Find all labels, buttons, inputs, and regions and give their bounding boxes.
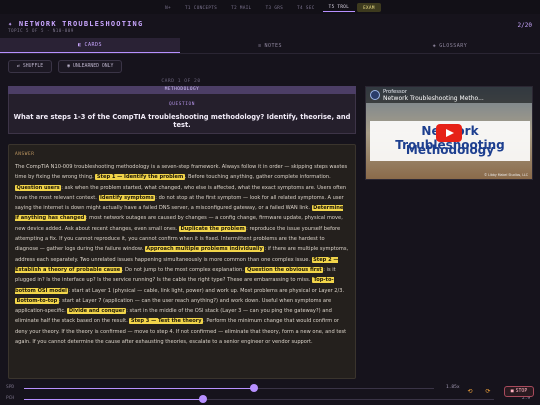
answer-segment: . Do not jump to the most complex explan… <box>121 266 246 273</box>
video-title[interactable]: Network Troubleshooting Metho... <box>383 95 484 102</box>
stop-icon: ■ <box>510 389 514 394</box>
speed-fill <box>24 388 254 389</box>
speed-slider-handle[interactable] <box>250 384 258 392</box>
audio-controls: SPD 1.85x PCH 2.9 ⟲ ⟳ ■ STOP <box>0 384 540 405</box>
tab-notes[interactable]: ≡ NOTES <box>180 38 360 53</box>
key-term-highlight: Duplicate the problem <box>178 225 247 232</box>
pitch-label: PCH <box>6 396 15 401</box>
key-term-highlight: Approach multiple problems individually <box>144 246 265 253</box>
mode-tab-t3[interactable]: T3 GRS <box>260 3 290 12</box>
speed-label: SPD <box>6 385 15 390</box>
view-tabs: ◧ CARDS ≡ NOTES ◈ GLOSSARY <box>0 38 540 54</box>
page-header: ✦ NETWORK TROUBLESHOOTING TOPIC 5 OF 5 ·… <box>0 14 540 38</box>
mode-tab-exam[interactable]: EXAM <box>357 2 381 12</box>
mode-tab-overview[interactable]: N+ <box>159 3 177 12</box>
mode-tab-t2[interactable]: T2 MAIL <box>225 3 257 12</box>
answer-segment: : start at Layer 1 (physical — cable, li… <box>68 287 345 294</box>
video-big-title-line2: Methodology <box>405 143 495 157</box>
unlearned-only-toggle[interactable]: ◉ UNLEARNED ONLY <box>58 60 123 73</box>
answer-segment: . Before touching anything, gather compl… <box>184 174 331 181</box>
key-term-highlight: Step 3 — Test the theory <box>129 318 204 325</box>
pitch-slider-handle[interactable] <box>199 395 207 403</box>
video-embed[interactable]: Professor Network Troubleshooting Metho.… <box>365 86 533 180</box>
key-term-highlight: Divide and conquer <box>67 308 127 315</box>
speed-value: 1.85x <box>446 385 460 390</box>
glossary-icon: ◈ <box>432 42 437 49</box>
category-banner: METHODOLOGY <box>8 86 356 94</box>
tab-cards[interactable]: ◧ CARDS <box>0 38 180 53</box>
key-term-highlight: Bottom-to-top <box>15 297 59 304</box>
filter-icon: ◉ <box>67 64 70 69</box>
mode-tab-t5[interactable]: T5 TROL <box>322 2 356 12</box>
channel-avatar[interactable] <box>370 90 380 100</box>
key-term-highlight: Question users <box>15 184 62 191</box>
video-credit: © Libby Mabel Studios, LLC <box>483 173 528 177</box>
video-topbar: Professor Network Troubleshooting Metho.… <box>366 87 532 103</box>
cards-icon: ◧ <box>77 42 82 48</box>
repeat-icon[interactable]: ⟳ <box>482 386 494 396</box>
card-counter: 2/20 <box>517 22 532 29</box>
question-label: QUESTION <box>169 102 195 107</box>
stop-button[interactable]: ■ STOP <box>504 386 534 397</box>
key-term-highlight: Step 1 — Identify the problem <box>95 174 185 181</box>
key-term-highlight: Identify symptoms <box>98 194 156 201</box>
notes-icon: ≡ <box>257 42 262 49</box>
answer-text: The CompTIA N10-009 troubleshooting meth… <box>15 162 349 347</box>
sparkle-icon: ✦ <box>8 20 14 28</box>
mode-tab-t1[interactable]: T1 CONCEPTS <box>179 3 223 12</box>
key-term-highlight: Question the obvious first <box>245 266 324 273</box>
card-controls: ⇄ SHUFFLE ◉ UNLEARNED ONLY <box>8 60 123 73</box>
question-card[interactable]: QUESTION What are steps 1-3 of the CompT… <box>8 94 356 134</box>
page-title: ✦ NETWORK TROUBLESHOOTING <box>8 20 144 28</box>
shuffle-icon: ⇄ <box>17 64 20 69</box>
mode-bar: N+ T1 CONCEPTS T2 MAIL T3 GRS T4 SEC T5 … <box>0 0 540 14</box>
pitch-fill <box>24 399 203 400</box>
card-position-label: CARD 1 OF 20 <box>161 79 201 84</box>
rewind-icon[interactable]: ⟲ <box>464 386 476 396</box>
question-text: What are steps 1-3 of the CompTIA troubl… <box>13 113 351 129</box>
shuffle-button[interactable]: ⇄ SHUFFLE <box>8 60 53 73</box>
page-subtitle: TOPIC 5 OF 5 · N10-009 <box>8 29 74 34</box>
mode-tab-t4[interactable]: T4 SEC <box>291 3 321 12</box>
answer-panel: ANSWER The CompTIA N10-009 troubleshooti… <box>8 144 356 379</box>
play-icon[interactable] <box>436 124 462 142</box>
answer-label: ANSWER <box>15 152 35 157</box>
tab-glossary[interactable]: ◈ GLOSSARY <box>360 38 540 53</box>
